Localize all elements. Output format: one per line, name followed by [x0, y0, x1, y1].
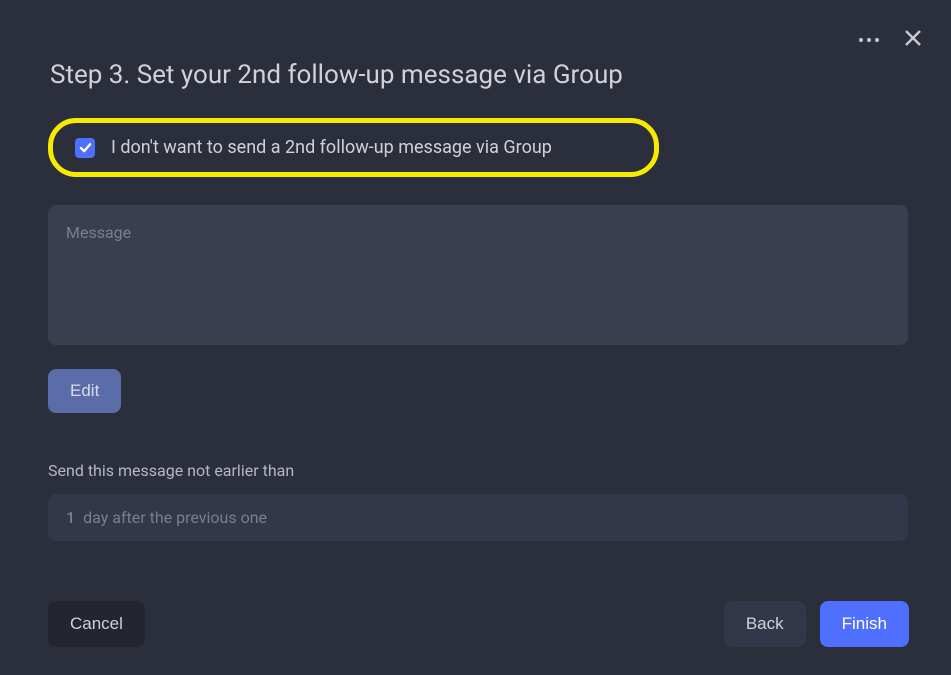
message-textarea[interactable]: Message [48, 205, 908, 345]
delay-value: 1 [66, 508, 75, 527]
delay-label: Send this message not earlier than [48, 461, 903, 480]
step-title: Step 3. Set your 2nd follow-up message v… [50, 60, 903, 90]
cancel-button[interactable]: Cancel [48, 601, 145, 647]
optout-highlight: I don't want to send a 2nd follow-up mes… [48, 118, 659, 177]
back-button[interactable]: Back [724, 601, 806, 647]
close-icon[interactable] [903, 28, 923, 52]
finish-button[interactable]: Finish [820, 601, 909, 647]
message-placeholder: Message [66, 223, 131, 242]
optout-label: I don't want to send a 2nd follow-up mes… [111, 137, 552, 158]
delay-suffix: day after the previous one [83, 508, 267, 527]
optout-checkbox[interactable] [75, 138, 95, 158]
delay-input[interactable]: 1 day after the previous one [48, 494, 908, 541]
edit-button[interactable]: Edit [48, 369, 121, 413]
more-icon[interactable] [859, 38, 879, 42]
